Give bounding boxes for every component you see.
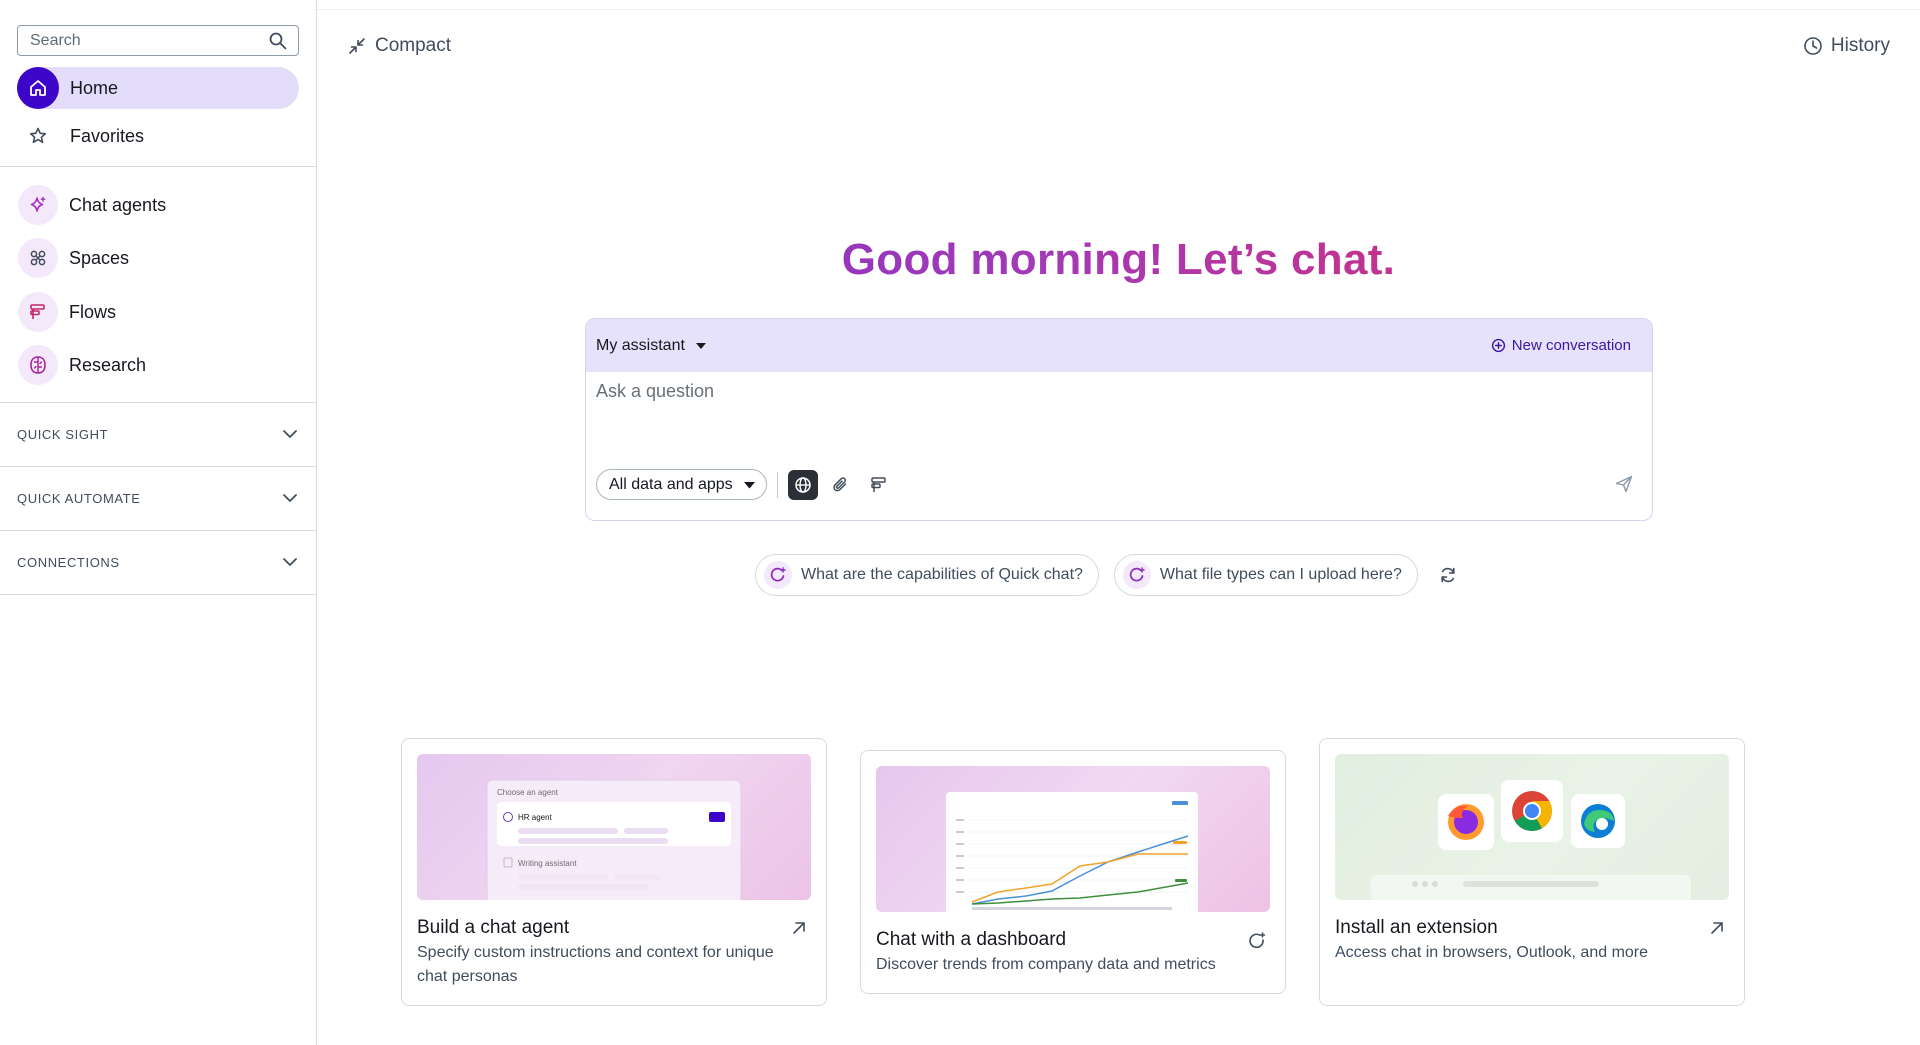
new-conversation-label: New conversation xyxy=(1511,337,1631,354)
send-button[interactable] xyxy=(1614,474,1634,499)
card-build-chat-agent[interactable]: Choose an agent HR agent Writing assista… xyxy=(401,738,827,1006)
card-title: Install an extension xyxy=(1335,917,1498,938)
paperclip-icon xyxy=(832,476,846,491)
section-title: CONNECTIONS xyxy=(17,554,120,570)
sidebar-divider xyxy=(0,594,317,595)
card-description: Specify custom instructions and context … xyxy=(417,944,774,985)
main-content: Compact History Good morning! Let’s chat… xyxy=(317,9,1920,1045)
flows-icon xyxy=(18,292,58,332)
nav-flows[interactable]: Flows xyxy=(17,291,299,333)
suggestion-chip[interactable]: What are the capabilities of Quick chat? xyxy=(755,554,1099,596)
brain-icon xyxy=(18,345,58,385)
caret-down-icon xyxy=(695,342,706,349)
nav-research-label: Research xyxy=(69,354,147,375)
card-title: Build a chat agent xyxy=(417,917,570,938)
preview-item-1: HR agent xyxy=(518,813,553,822)
refresh-suggestions-button[interactable] xyxy=(1438,565,1458,585)
sidebar: Home Favorites Chat agents Spaces Flows … xyxy=(0,0,317,1045)
section-title: QUICK SIGHT xyxy=(17,426,109,442)
agent-chooser-illustration: Choose an agent HR agent Writing assista… xyxy=(486,779,742,900)
card-thumbnail xyxy=(1335,754,1729,900)
refresh-chat-icon xyxy=(1249,932,1266,949)
nav-spaces[interactable]: Spaces xyxy=(17,237,299,279)
compact-button[interactable]: Compact xyxy=(347,35,451,57)
clock-icon xyxy=(1804,37,1822,55)
firefox-icon xyxy=(1438,794,1494,850)
composer-toolbar: All data and apps xyxy=(596,469,902,500)
assistant-select[interactable]: My assistant xyxy=(596,337,707,355)
external-arrow-icon xyxy=(793,922,805,934)
send-icon xyxy=(1615,475,1633,493)
flows-button[interactable] xyxy=(864,470,894,500)
data-scope-label: All data and apps xyxy=(609,475,733,493)
external-arrow-icon xyxy=(1711,922,1723,934)
suggestion-text: What are the capabilities of Quick chat? xyxy=(801,566,1083,583)
web-search-toggle[interactable] xyxy=(787,469,818,500)
question-input[interactable] xyxy=(596,381,1636,441)
section-title: QUICK AUTOMATE xyxy=(17,490,141,506)
dashboard-chart-illustration xyxy=(946,792,1198,912)
new-conversation-button[interactable]: New conversation xyxy=(1491,337,1631,354)
compact-label: Compact xyxy=(375,35,452,56)
nav-research[interactable]: Research xyxy=(17,344,299,386)
preview-heading: Choose an agent xyxy=(497,788,559,797)
quick-chat-icon xyxy=(764,561,792,589)
chat-composer: My assistant New conversation All data a… xyxy=(585,318,1653,521)
caret-down-icon xyxy=(743,481,755,488)
nav-home-label: Home xyxy=(70,77,119,98)
history-label: History xyxy=(1830,35,1890,56)
card-thumbnail xyxy=(876,766,1270,912)
chevron-down-icon xyxy=(283,494,297,502)
search-box[interactable] xyxy=(17,25,299,56)
preview-item-2: Writing assistant xyxy=(518,859,577,868)
card-title: Chat with a dashboard xyxy=(876,929,1067,950)
search-icon[interactable] xyxy=(268,31,288,51)
quick-chat-icon xyxy=(1122,561,1151,589)
chevron-down-icon xyxy=(283,430,297,438)
section-quick-automate[interactable]: QUICK AUTOMATE xyxy=(0,467,317,529)
section-quick-sight[interactable]: QUICK SIGHT xyxy=(0,403,317,465)
greeting-title: Good morning! Let’s chat. xyxy=(317,235,1920,285)
card-install-extension[interactable]: Install an extension Access chat in brow… xyxy=(1319,738,1745,1006)
card-description: Discover trends from company data and me… xyxy=(876,956,1216,973)
flows-icon xyxy=(870,476,886,492)
card-chat-dashboard[interactable]: Chat with a dashboard Discover trends fr… xyxy=(860,750,1286,994)
nav-home[interactable]: Home xyxy=(17,67,299,109)
edge-icon xyxy=(1571,794,1625,848)
suggestion-chips: What are the capabilities of Quick chat?… xyxy=(755,554,1458,596)
card-thumbnail: Choose an agent HR agent Writing assista… xyxy=(417,754,811,900)
nav-favorites-label: Favorites xyxy=(70,125,145,146)
nav-chat-agents[interactable]: Chat agents xyxy=(17,184,299,226)
chevron-down-icon xyxy=(283,558,297,566)
toolbar-separator xyxy=(776,471,778,498)
sidebar-divider xyxy=(0,166,317,167)
home-icon xyxy=(17,67,59,109)
composer-header: My assistant New conversation xyxy=(586,319,1652,372)
chrome-icon xyxy=(1501,780,1563,842)
nav-flows-label: Flows xyxy=(69,301,117,322)
section-connections[interactable]: CONNECTIONS xyxy=(0,531,317,593)
assistant-select-label: My assistant xyxy=(596,336,685,354)
suggestion-chip[interactable]: What file types can I upload here? xyxy=(1113,554,1418,596)
suggestion-text: What file types can I upload here? xyxy=(1159,566,1402,583)
nav-chat-agents-label: Chat agents xyxy=(69,194,167,215)
globe-icon xyxy=(794,476,811,493)
nav-favorites[interactable]: Favorites xyxy=(17,115,299,157)
plus-circle-icon xyxy=(1491,338,1505,353)
history-button[interactable]: History xyxy=(1803,35,1890,57)
browser-icons-illustration xyxy=(1371,780,1691,900)
attach-file-button[interactable] xyxy=(826,470,856,500)
data-scope-select[interactable]: All data and apps xyxy=(596,469,767,500)
nav-spaces-label: Spaces xyxy=(69,247,130,268)
search-input[interactable] xyxy=(30,31,268,50)
sparkle-icon xyxy=(18,185,58,225)
star-icon xyxy=(17,115,59,157)
refresh-icon xyxy=(1441,567,1455,583)
card-description: Access chat in browsers, Outlook, and mo… xyxy=(1335,944,1649,961)
spaces-icon xyxy=(18,238,58,278)
compact-icon xyxy=(349,38,365,54)
